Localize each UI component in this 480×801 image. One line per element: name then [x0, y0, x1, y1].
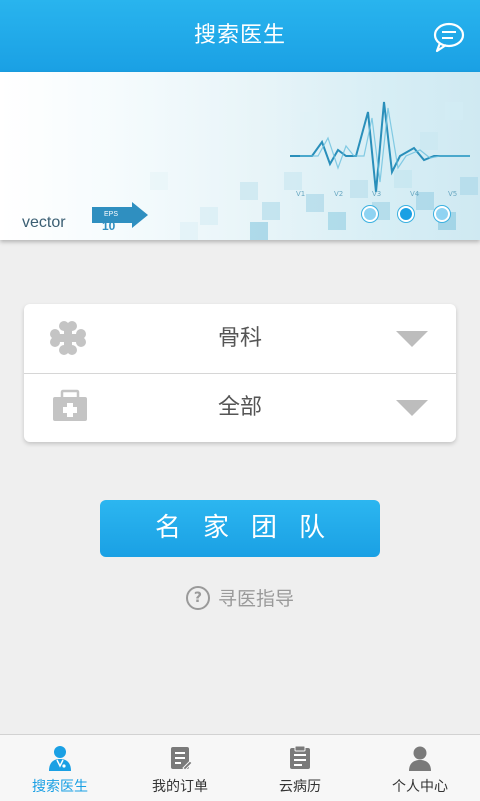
title-bar: 搜索医生 — [0, 0, 480, 72]
tab-label: 云病历 — [279, 779, 321, 795]
doctor-icon — [49, 746, 71, 771]
svg-text:vector: vector — [22, 214, 66, 231]
carousel-indicators — [362, 206, 450, 222]
page-title: 搜索医生 — [193, 23, 286, 48]
person-icon — [409, 746, 431, 771]
carousel-dot-active[interactable] — [398, 206, 414, 222]
chat-bubble-icon — [433, 22, 465, 53]
wave-label: V2 — [334, 190, 343, 198]
chat-button[interactable] — [432, 20, 466, 54]
wave-label: V1 — [296, 190, 305, 198]
department-dropdown[interactable]: 骨科 — [24, 304, 456, 374]
svg-text:EPS: EPS — [104, 211, 118, 218]
tab-label: 搜索医生 — [32, 779, 88, 795]
medical-record-icon — [290, 745, 310, 769]
help-icon: ? — [185, 585, 210, 610]
bottom-tab-bar: 搜索医生 我的订单 云病历 个人中心 — [0, 734, 480, 801]
wave-label: V3 — [372, 190, 381, 198]
dropdown-arrow-icon — [396, 400, 428, 416]
tab-label: 个人中心 — [392, 779, 448, 795]
tab-label: 我的订单 — [152, 779, 208, 795]
category-dropdown[interactable]: 全部 — [24, 373, 456, 442]
famous-team-button[interactable]: 名家团队 — [100, 500, 380, 557]
carousel-dot[interactable] — [362, 206, 378, 222]
banner-carousel[interactable]: V1 V2 V3 V4 V5 vector EPS 10 — [0, 72, 480, 240]
order-icon — [171, 747, 193, 771]
svg-text:10: 10 — [102, 219, 116, 233]
tab-search-doctor[interactable]: 搜索医生 — [0, 735, 120, 801]
wave-label: V5 — [448, 190, 457, 198]
tab-cloud-record[interactable]: 云病历 — [240, 735, 360, 801]
carousel-dot[interactable] — [434, 206, 450, 222]
tab-my-orders[interactable]: 我的订单 — [120, 735, 240, 801]
dropdown-arrow-icon — [396, 331, 428, 347]
guide-label: 寻医指导 — [217, 588, 294, 610]
guide-link[interactable]: ? 寻医指导 — [0, 584, 480, 611]
tab-personal-center[interactable]: 个人中心 — [360, 735, 480, 801]
search-selector-card: 骨科 全部 — [24, 304, 456, 442]
department-value: 骨科 — [217, 326, 262, 351]
vector-logo: vector EPS 10 — [22, 202, 148, 233]
wave-label: V4 — [410, 190, 420, 198]
category-value: 全部 — [217, 395, 262, 420]
